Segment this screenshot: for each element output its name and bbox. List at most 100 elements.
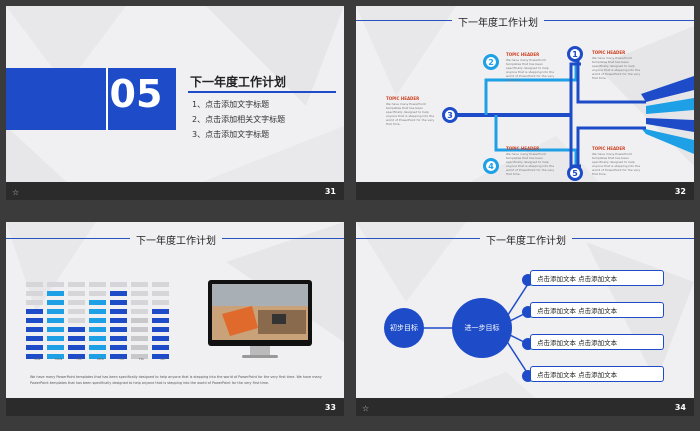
list-item: 1、点击添加文字标题 [192,100,270,109]
equalizer-block [89,282,106,287]
initial-goal-label: 初步目标 [390,324,418,332]
equalizer-block [68,336,85,341]
text-box[interactable]: 点击添加文本 点击添加文本 [530,270,664,286]
further-goal-label: 进一步目标 [464,324,500,332]
equalizer-block [131,318,148,323]
list-item: 3、点击添加文字标题 [192,130,270,139]
page-number: 32 [674,187,686,196]
equalizer-block [89,336,106,341]
day-label: WED [97,357,105,361]
equalizer-block [47,309,64,314]
slide-footer: 32 [356,182,694,200]
topic-body: We have many PowerPoint templates that h… [592,56,641,80]
slide-footer: 33 [6,398,344,416]
equalizer-block [89,291,106,296]
equalizer-block [26,309,43,314]
slide-32[interactable]: 下一年度工作计划 2 1 3 4 5 TOPIC HEADER We have … [356,6,694,200]
equalizer-block [110,345,127,350]
equalizer-block [131,300,148,305]
equalizer-block [131,327,148,332]
equalizer-block [131,345,148,350]
equalizer-block [47,282,64,287]
day-label: MON [55,357,63,361]
day-label: SAT [160,357,166,361]
text-box[interactable]: 点击添加文本 点击添加文本 [530,302,664,318]
monitor [208,280,312,346]
equalizer-block [110,327,127,332]
day-label: SUN [34,357,41,361]
topic-body: We have many PowerPoint templates that h… [506,152,555,176]
text-box[interactable]: 点击添加文本 点击添加文本 [530,334,664,350]
equalizer-block [152,345,169,350]
equalizer-block [68,345,85,350]
equalizer-block [89,309,106,314]
equalizer-block [131,336,148,341]
topic-body: We have many PowerPoint templates that h… [506,58,555,82]
equalizer-block [26,318,43,323]
equalizer-block [152,327,169,332]
equalizer-block [47,336,64,341]
equalizer-block [131,282,148,287]
topic-header: TOPIC HEADER [386,96,420,101]
topic-header: TOPIC HEADER [506,52,540,57]
list-item: 2、点击添加相关文字标题 [192,115,286,124]
node-4: 4 [483,158,499,174]
equalizer-block [110,318,127,323]
equalizer-block [110,300,127,305]
equalizer-block [26,345,43,350]
text-box[interactable]: 点击添加文本 点击添加文本 [530,366,664,382]
equalizer-block [68,309,85,314]
equalizer-block [26,300,43,305]
slide-title: 下一年度工作计划 [190,75,287,89]
page-number: 34 [674,403,686,412]
equalizer-block [47,318,64,323]
equalizer-block [68,291,85,296]
topic-header: TOPIC HEADER [506,146,540,151]
equalizer-block [68,318,85,323]
equalizer-block [89,318,106,323]
equalizer-block [26,291,43,296]
node-1: 1 [567,46,583,62]
day-label: TUE [76,357,82,361]
equalizer-block [47,291,64,296]
monitor-base [242,355,278,358]
equalizer-block [152,318,169,323]
equalizer-block [47,345,64,350]
equalizer-block [47,327,64,332]
slide-footer: ☆ 34 [356,398,694,416]
slide-34[interactable]: 下一年度工作计划 初步目标 进一步目标 点击添加文本 点击添加文本 点击添加文本… [356,222,694,416]
topic-header: TOPIC HEADER [592,146,626,151]
slide-31[interactable]: 05 下一年度工作计划 1、点击添加文字标题 2、点击添加相关文字标题 3、点击… [6,6,344,200]
day-label: FRI [139,357,144,361]
equalizer-block [152,291,169,296]
equalizer-block [68,327,85,332]
page-number: 33 [324,403,336,412]
topic-header: TOPIC HEADER [592,50,626,55]
node-3: 3 [442,107,458,123]
equalizer-block [131,291,148,296]
slide-33[interactable]: 下一年度工作计划 SUN MON TUE WED THU FRI SAT We … [6,222,344,416]
title-underline [188,91,336,93]
equalizer-block [89,327,106,332]
section-number: 05 [109,72,163,116]
desk-photo [212,284,308,340]
equalizer-block [89,345,106,350]
day-label: THU [118,357,125,361]
equalizer-block [131,309,148,314]
node-2: 2 [483,54,499,70]
equalizer-block [110,336,127,341]
equalizer-block [26,336,43,341]
equalizer-block [110,282,127,287]
equalizer-block [110,309,127,314]
equalizer-block [26,282,43,287]
equalizer-block [152,336,169,341]
page-number: 31 [324,187,336,196]
equalizer-block [152,300,169,305]
star-icon: ☆ [12,188,20,197]
slide-footer: ☆ 31 [6,182,344,200]
topic-body: We have many PowerPoint templates that h… [386,102,435,126]
star-icon: ☆ [362,404,370,413]
equalizer-chart [26,282,169,359]
equalizer-block [110,291,127,296]
equalizer-block [68,282,85,287]
